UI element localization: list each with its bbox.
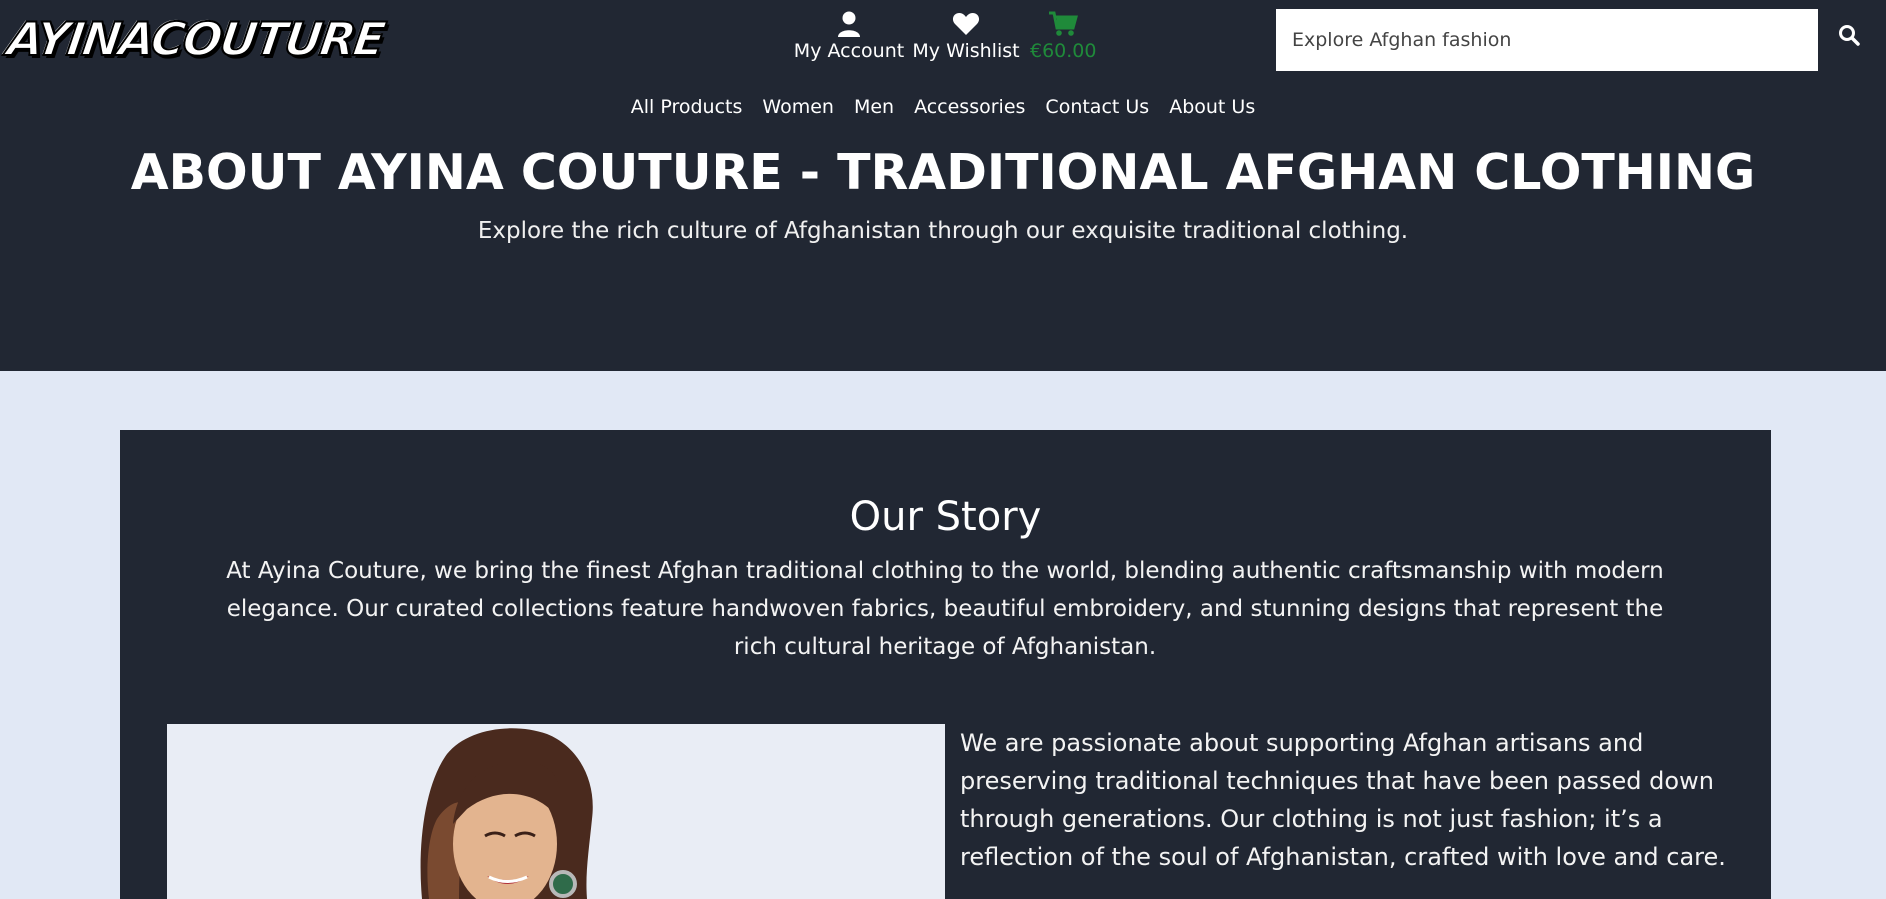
nav-item-about-us[interactable]: About Us	[1169, 92, 1255, 122]
story-title: Our Story	[849, 494, 1042, 540]
main-nav: All Products Women Men Accessories Conta…	[0, 92, 1886, 122]
page-title: ABOUT AYINA COUTURE - TRADITIONAL AFGHAN…	[130, 144, 1756, 201]
my-wishlist-label: My Wishlist	[912, 40, 1020, 62]
our-story-section: Our Story At Ayina Couture, we bring the…	[120, 430, 1771, 899]
woman-portrait-image	[167, 724, 945, 899]
cart-total: €60.00	[1030, 40, 1097, 62]
search-input[interactable]: Explore Afghan fashion	[1276, 9, 1818, 71]
story-photo	[167, 724, 945, 899]
nav-item-contact-us[interactable]: Contact Us	[1045, 92, 1149, 122]
cart-link[interactable]: €60.00	[1030, 10, 1096, 62]
search-icon	[1838, 24, 1860, 50]
nav-item-all-products[interactable]: All Products	[631, 92, 743, 122]
nav-item-men[interactable]: Men	[854, 92, 894, 122]
story-intro: At Ayina Couture, we bring the finest Af…	[226, 558, 1664, 660]
story-paragraph: We are passionate about supporting Afgha…	[960, 729, 1726, 871]
cart-icon	[1030, 10, 1096, 38]
nav-item-women[interactable]: Women	[762, 92, 834, 122]
brand-logo-text: AYINACOUTURE	[3, 11, 388, 67]
page-subtitle: Explore the rich culture of Afghanistan …	[477, 218, 1409, 244]
site-header: AYINACOUTURE My Account My Wishlist €60.…	[0, 0, 1886, 371]
my-account-label: My Account	[793, 40, 905, 62]
search-button[interactable]	[1832, 20, 1866, 54]
search-placeholder: Explore Afghan fashion	[1292, 29, 1512, 51]
nav-item-accessories[interactable]: Accessories	[914, 92, 1025, 122]
heart-icon	[912, 10, 1020, 38]
my-account-link[interactable]: My Account	[792, 10, 906, 62]
brand-logo[interactable]: AYINACOUTURE	[3, 11, 388, 67]
my-wishlist-link[interactable]: My Wishlist	[912, 10, 1020, 62]
user-icon	[792, 10, 906, 38]
